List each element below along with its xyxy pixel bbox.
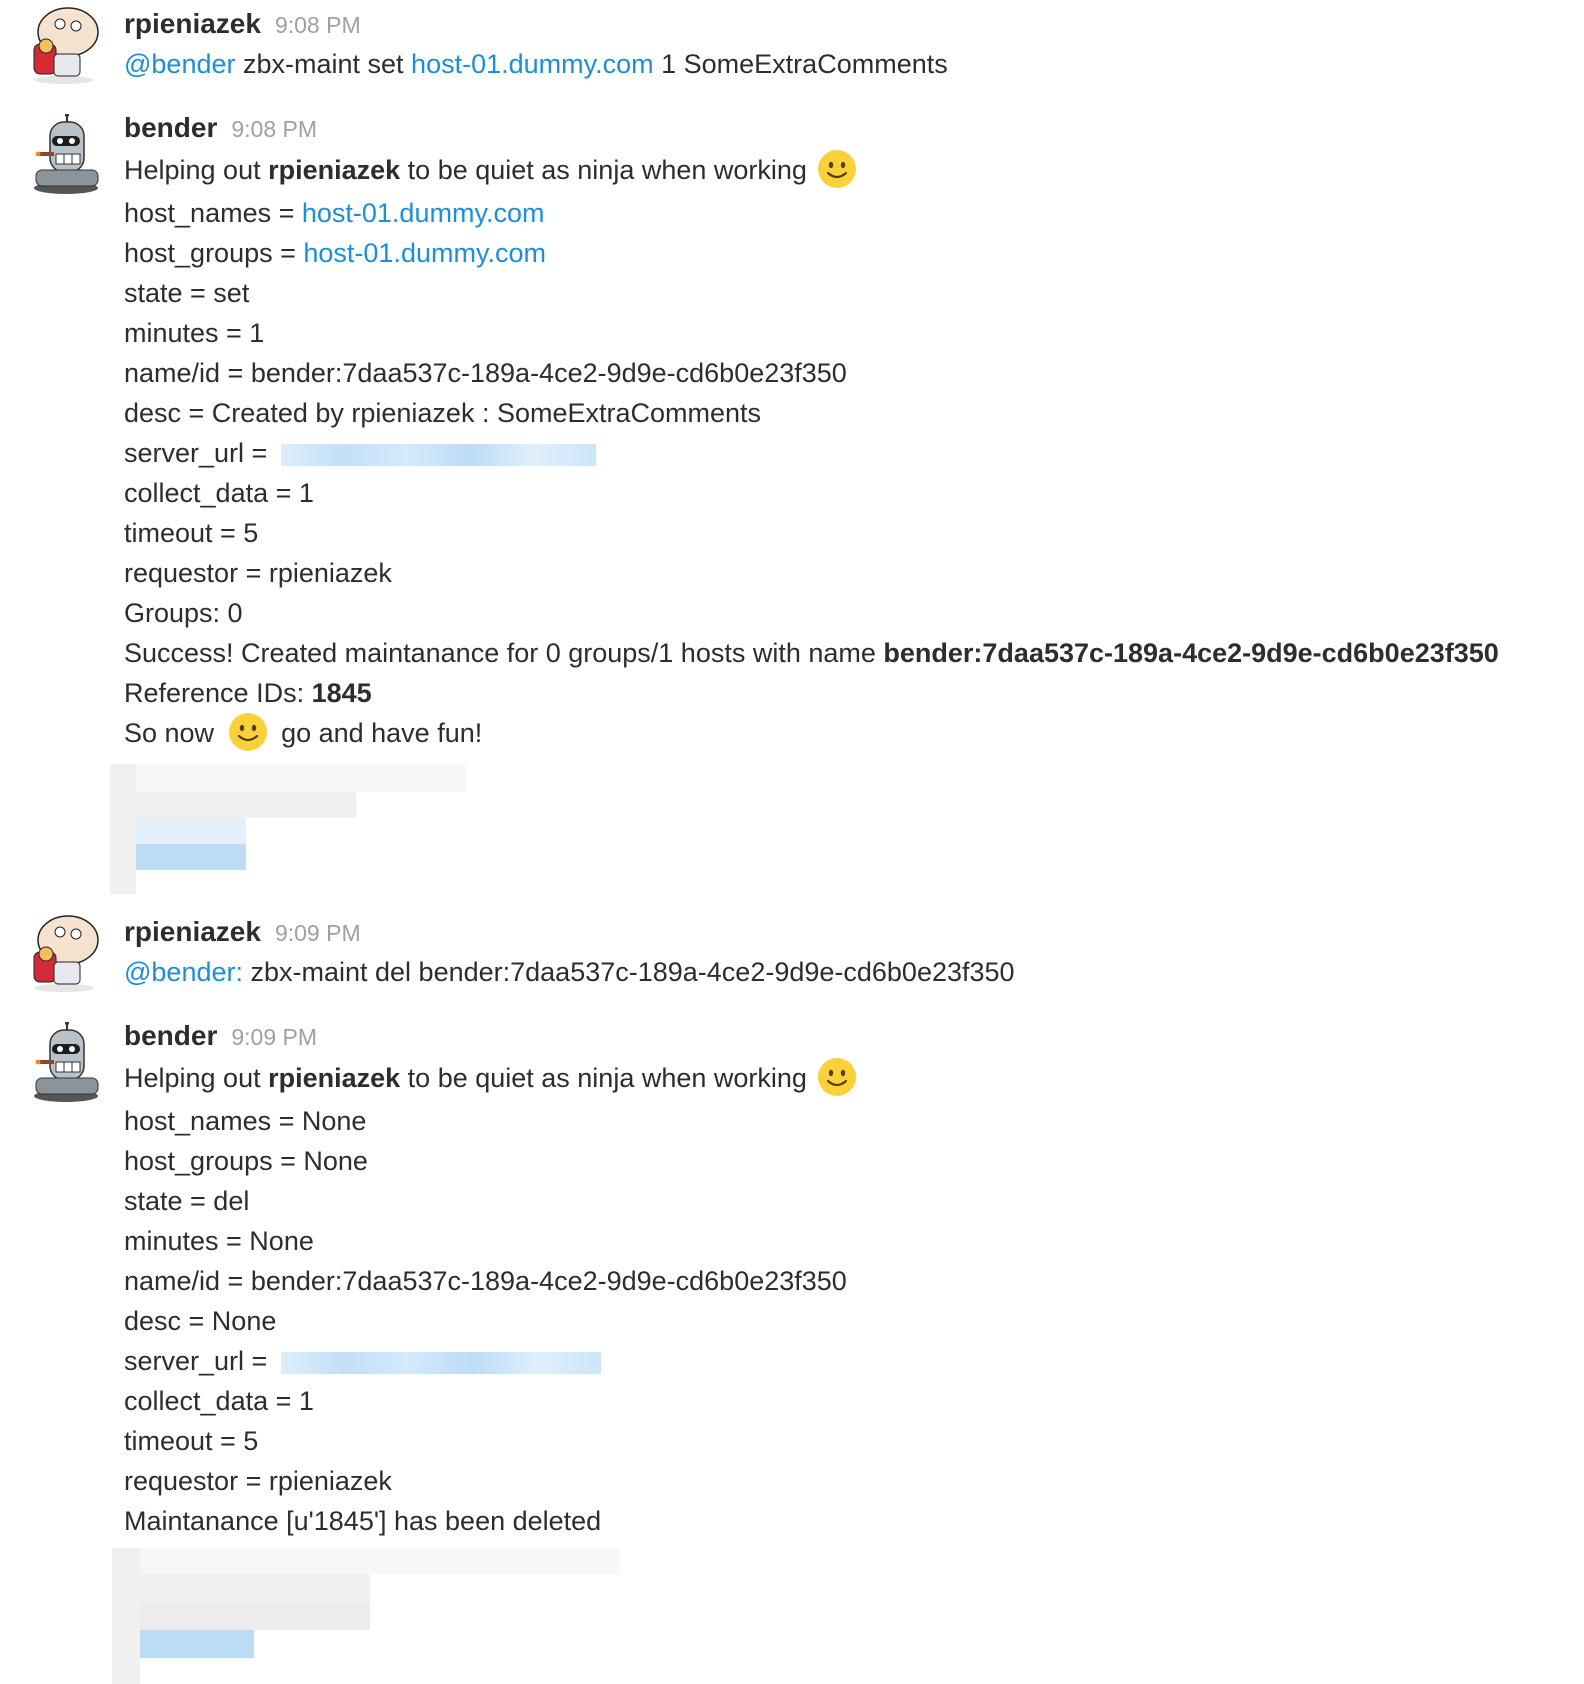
host-link[interactable]: host-01.dummy.com (411, 49, 654, 79)
desc-line: desc = None (124, 1306, 277, 1336)
bender-avatar-icon[interactable] (24, 1022, 104, 1102)
bold-name: bender:7daa537c-189a-4ce2-9d9e-cd6b0e23f… (883, 638, 1499, 668)
text-segment: go and have fun! (273, 718, 483, 748)
requestor-line: requestor = rpieniazek (124, 1466, 392, 1496)
mention-link[interactable]: @bender (124, 49, 235, 79)
message-text: @bender: zbx-maint del bender:7daa537c-1… (124, 952, 1015, 992)
minutes-line: minutes = None (124, 1226, 314, 1256)
label: Reference IDs: (124, 678, 312, 708)
message: bender 9:08 PM Helping out rpieniazek to … (0, 108, 1584, 898)
text-segment: So now (124, 718, 222, 748)
intro-line: Helping out rpieniazek to be quiet as ni… (124, 1056, 867, 1101)
host-groups-line: host_groups = host-01.dummy.com (124, 233, 1499, 273)
groups-line: Groups: 0 (124, 598, 243, 628)
text-segment: Success! Created maintanance for 0 group… (124, 638, 884, 668)
stewie-avatar-icon[interactable] (24, 4, 104, 84)
timestamp[interactable]: 9:08 PM (275, 12, 361, 38)
redacted-url[interactable] (280, 1351, 601, 1374)
desc-line: desc = Created by rpieniazek : SomeExtra… (124, 398, 762, 428)
smile-emoji-icon (228, 712, 267, 751)
deleted-line: Maintanance [u'1845'] has been deleted (124, 1506, 602, 1536)
message: rpieniazek 9:08 PM @bender zbx-maint set … (0, 4, 1584, 94)
server-url-line: server_url = (124, 1341, 867, 1381)
text-segment: zbx-maint del bender:7daa537c-189a-4ce2-… (242, 957, 1015, 987)
minutes-line: minutes = 1 (124, 318, 265, 348)
message: rpieniazek 9:09 PM @bender: zbx-maint del… (0, 912, 1584, 1002)
host-link[interactable]: host-01.dummy.com (302, 198, 545, 228)
server-url-line: server_url = (124, 433, 1499, 473)
stewie-avatar-icon[interactable] (24, 912, 104, 992)
username[interactable]: bender (124, 112, 217, 143)
text-segment: Helping out (124, 155, 269, 185)
so-now-line: So now go and have fun! (124, 712, 1499, 753)
reference-line: Reference IDs: 1845 (124, 673, 1499, 713)
reference-id: 1845 (311, 678, 372, 708)
bold-username: rpieniazek (268, 1063, 401, 1093)
smile-emoji-icon (817, 149, 856, 188)
text-segment: to be quiet as ninja when working (400, 155, 807, 185)
host-groups-line: host_groups = None (124, 1146, 368, 1176)
state-line: state = set (124, 278, 250, 308)
message-text: @bender zbx-maint set host-01.dummy.com … (124, 44, 948, 84)
host-link[interactable]: host-01.dummy.com (303, 238, 546, 268)
timeout-line: timeout = 5 (124, 1426, 259, 1456)
redacted-url[interactable] (280, 443, 596, 466)
label: server_url = (124, 1346, 275, 1376)
success-line: Success! Created maintanance for 0 group… (124, 633, 1499, 673)
host-names-line: host_names = host-01.dummy.com (124, 193, 1499, 233)
bender-avatar-icon[interactable] (24, 114, 104, 194)
collect-data-line: collect_data = 1 (124, 478, 314, 508)
username[interactable]: bender (124, 1020, 217, 1051)
message: bender 9:09 PM Helping out rpieniazek to … (0, 1016, 1584, 1684)
timestamp[interactable]: 9:09 PM (275, 920, 361, 946)
mention-link[interactable]: @bender: (124, 957, 243, 987)
collect-data-line: collect_data = 1 (124, 1386, 314, 1416)
bold-username: rpieniazek (268, 155, 401, 185)
text-segment: zbx-maint set (235, 49, 412, 79)
redacted-attachment[interactable] (110, 764, 490, 894)
text-segment: 1 SomeExtraComments (653, 49, 948, 79)
username[interactable]: rpieniazek (124, 916, 261, 947)
label: host_groups = (124, 238, 304, 268)
timeout-line: timeout = 5 (124, 518, 259, 548)
requestor-line: requestor = rpieniazek (124, 558, 392, 588)
intro-line: Helping out rpieniazek to be quiet as ni… (124, 148, 1499, 193)
text-segment: to be quiet as ninja when working (400, 1063, 807, 1093)
state-line: state = del (124, 1186, 250, 1216)
timestamp[interactable]: 9:08 PM (231, 116, 317, 142)
label: host_names = (124, 198, 302, 228)
name-id-line: name/id = bender:7daa537c-189a-4ce2-9d9e… (124, 358, 847, 388)
username[interactable]: rpieniazek (124, 8, 261, 39)
label: server_url = (124, 438, 275, 468)
text-segment: Helping out (124, 1063, 269, 1093)
host-names-line: host_names = None (124, 1106, 367, 1136)
name-id-line: name/id = bender:7daa537c-189a-4ce2-9d9e… (124, 1266, 847, 1296)
redacted-attachment[interactable] (112, 1548, 652, 1684)
smile-emoji-icon (817, 1057, 856, 1096)
timestamp[interactable]: 9:09 PM (231, 1024, 317, 1050)
